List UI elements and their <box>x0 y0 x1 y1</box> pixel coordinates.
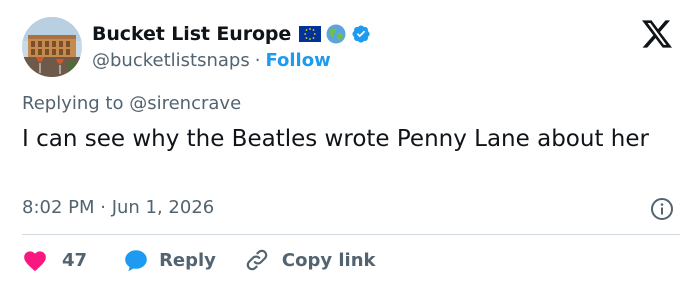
reply-bubble-icon <box>125 250 147 272</box>
divider <box>22 234 680 235</box>
author-display-name[interactable]: Bucket List Europe <box>92 23 291 45</box>
reply-button[interactable]: Reply <box>123 248 216 272</box>
tweet-timestamp[interactable]: 8:02 PM · Jun 1, 2026 <box>22 197 214 218</box>
author-handle[interactable]: @bucketlistsnaps <box>92 50 250 71</box>
link-icon <box>246 249 268 271</box>
follow-button[interactable]: Follow <box>265 50 330 71</box>
reply-context: Replying to @sirencrave <box>22 93 241 114</box>
verified-icon <box>351 24 371 44</box>
copy-link-label: Copy link <box>281 249 376 271</box>
like-button[interactable]: 47 <box>22 248 87 272</box>
heart-icon <box>24 251 46 272</box>
tweet-text: I can see why the Beatles wrote Penny La… <box>22 126 649 152</box>
info-icon[interactable] <box>650 197 674 221</box>
action-bar: 47 Reply Copy link <box>22 245 376 275</box>
eu-flag-icon <box>299 26 322 42</box>
reply-label: Reply <box>159 249 216 271</box>
x-logo-icon[interactable] <box>640 19 674 49</box>
avatar[interactable] <box>22 17 82 77</box>
author-handle-row: @bucketlistsnaps · Follow <box>92 48 331 72</box>
globe-icon <box>326 24 346 44</box>
author-name-row: Bucket List Europe <box>92 20 371 48</box>
reply-context-prefix: Replying to <box>22 93 124 114</box>
copy-link-button[interactable]: Copy link <box>244 247 376 273</box>
separator-dot: · <box>254 49 261 71</box>
reply-mention-link[interactable]: @sirencrave <box>129 93 241 114</box>
like-count: 47 <box>62 249 88 271</box>
